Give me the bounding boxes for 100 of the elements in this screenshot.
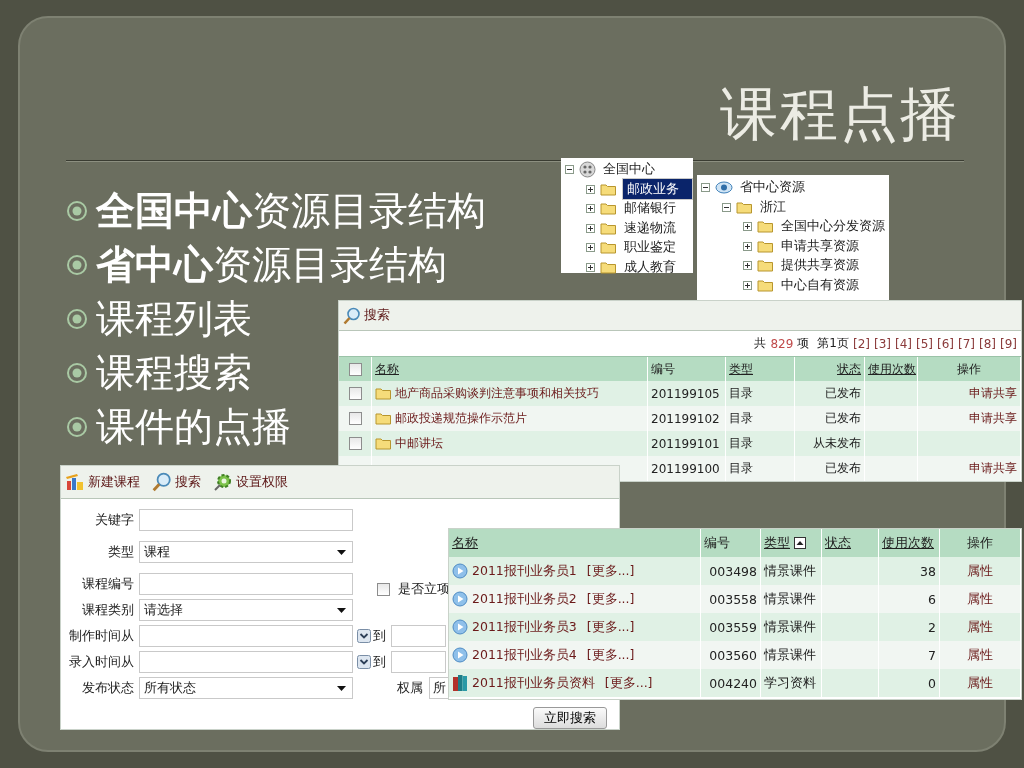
globe-icon	[579, 161, 596, 179]
page-link[interactable]: [8]	[979, 336, 996, 351]
table-cell: 003560	[709, 647, 757, 663]
page-link[interactable]: [7]	[958, 336, 975, 351]
page-link[interactable]: [9]	[1000, 336, 1017, 351]
page-link[interactable]: [3]	[874, 336, 891, 351]
page-link[interactable]: [5]	[916, 336, 933, 351]
more-link[interactable]: [更多...]	[586, 646, 635, 664]
date-field[interactable]	[139, 625, 353, 647]
date-field[interactable]	[391, 651, 446, 673]
folder-icon	[375, 387, 392, 400]
date-field[interactable]	[391, 625, 446, 647]
tree-item[interactable]: 中心自有资源	[779, 275, 861, 295]
input-field[interactable]	[139, 573, 353, 595]
column-header[interactable]: 类型	[729, 360, 753, 378]
checkbox[interactable]	[377, 582, 390, 596]
select-field[interactable]: 课程	[139, 541, 353, 563]
share-link[interactable]: 申请共享	[969, 385, 1017, 402]
select-field[interactable]: 所有状态	[139, 677, 353, 699]
sort-icon[interactable]	[794, 537, 806, 549]
properties-link[interactable]: 属性	[967, 590, 993, 608]
input-field[interactable]	[139, 509, 353, 531]
date-field[interactable]	[139, 651, 353, 673]
more-link[interactable]: [更多...]	[586, 618, 635, 636]
tree-item[interactable]: 职业鉴定	[622, 238, 678, 258]
bullet-icon	[66, 416, 88, 438]
table-cell: 7	[928, 647, 936, 663]
column-header[interactable]: 使用次数	[868, 360, 916, 378]
collapse-icon[interactable]	[701, 183, 710, 193]
folder-icon	[736, 200, 753, 214]
share-link[interactable]: 申请共享	[969, 460, 1017, 477]
properties-link[interactable]: 属性	[967, 646, 993, 664]
courseware-link[interactable]: 2011报刊业务员资料	[472, 674, 595, 692]
search-button[interactable]: 搜索	[343, 306, 390, 325]
expand-icon[interactable]	[586, 223, 595, 233]
checkbox[interactable]	[348, 437, 362, 450]
tree-item[interactable]: 速递物流	[622, 218, 678, 238]
courseware-link[interactable]: 2011报刊业务员2	[472, 590, 577, 608]
properties-link[interactable]: 属性	[967, 562, 993, 580]
expand-icon[interactable]	[743, 280, 752, 290]
more-link[interactable]: [更多...]	[604, 674, 653, 692]
table-cell: 目录	[729, 435, 753, 452]
tree-item[interactable]: 邮储银行	[622, 199, 678, 219]
courseware-link[interactable]: 2011报刊业务员3	[472, 618, 577, 636]
select-field[interactable]: 请选择	[139, 599, 353, 621]
column-header[interactable]: 使用次数	[882, 534, 934, 552]
courseware-link[interactable]: 2011报刊业务员1	[472, 562, 577, 580]
bullet-icon	[66, 308, 88, 330]
tree-item[interactable]: 浙江	[758, 197, 788, 217]
properties-link[interactable]: 属性	[967, 674, 993, 692]
properties-link[interactable]: 属性	[967, 618, 993, 636]
expand-icon[interactable]	[586, 184, 595, 194]
tree-item[interactable]: 提供共享资源	[779, 256, 861, 276]
table-cell: 目录	[729, 460, 753, 477]
dropdown-icon[interactable]	[357, 629, 371, 643]
toolbar-button[interactable]: 设置权限	[213, 472, 288, 492]
page-link[interactable]: [4]	[895, 336, 912, 351]
expand-icon[interactable]	[743, 261, 752, 271]
expand-icon[interactable]	[586, 243, 595, 253]
column-header[interactable]: 状态	[837, 360, 861, 378]
tree-item[interactable]: 省中心资源	[738, 178, 807, 198]
expand-icon[interactable]	[586, 204, 595, 214]
checkbox[interactable]	[348, 362, 362, 376]
table-cell: 201199102	[651, 411, 720, 426]
folder-link[interactable]: 邮政投递规范操作示范片	[395, 410, 527, 427]
expand-icon[interactable]	[586, 262, 595, 272]
folder-link[interactable]: 地产商品采购谈判注意事项和相关技巧	[395, 385, 599, 402]
tree-item[interactable]: 全国中心分发资源	[779, 217, 887, 237]
expand-icon[interactable]	[743, 222, 752, 232]
tree-item[interactable]: 申请共享资源	[779, 236, 861, 256]
expand-icon[interactable]	[743, 241, 752, 251]
courseware-link[interactable]: 2011报刊业务员4	[472, 646, 577, 664]
share-link[interactable]: 申请共享	[969, 410, 1017, 427]
collapse-icon[interactable]	[565, 165, 574, 175]
gear-icon	[213, 472, 233, 492]
more-link[interactable]: [更多...]	[586, 562, 635, 580]
table-cell: 已发布	[825, 385, 861, 402]
folder-icon	[600, 182, 617, 196]
field-label: 类型	[107, 543, 134, 561]
tree-item[interactable]: 邮政业务	[622, 178, 693, 201]
column-header[interactable]: 状态	[825, 534, 851, 552]
column-header[interactable]: 类型	[764, 534, 790, 552]
table-cell: 情景课件	[764, 590, 816, 608]
toolbar-button[interactable]: 新建课程	[65, 473, 140, 491]
page-link[interactable]: [2]	[853, 336, 870, 351]
search-button[interactable]: 立即搜索	[533, 707, 607, 729]
column-header[interactable]: 名称	[375, 360, 399, 378]
tree-item[interactable]: 成人教育	[622, 257, 678, 277]
field-label: 发布状态	[81, 679, 134, 697]
checkbox[interactable]	[348, 387, 362, 400]
page-link[interactable]: [6]	[937, 336, 954, 351]
more-link[interactable]: [更多...]	[586, 590, 635, 608]
checkbox[interactable]	[348, 412, 362, 425]
field-label: 到	[373, 627, 386, 645]
column-header[interactable]: 名称	[452, 534, 478, 552]
dropdown-icon[interactable]	[357, 655, 371, 669]
toolbar-button[interactable]: 搜索	[152, 472, 201, 492]
collapse-icon[interactable]	[722, 202, 731, 212]
folder-link[interactable]: 中邮讲坛	[395, 435, 443, 452]
tree-item[interactable]: 全国中心	[601, 160, 657, 180]
